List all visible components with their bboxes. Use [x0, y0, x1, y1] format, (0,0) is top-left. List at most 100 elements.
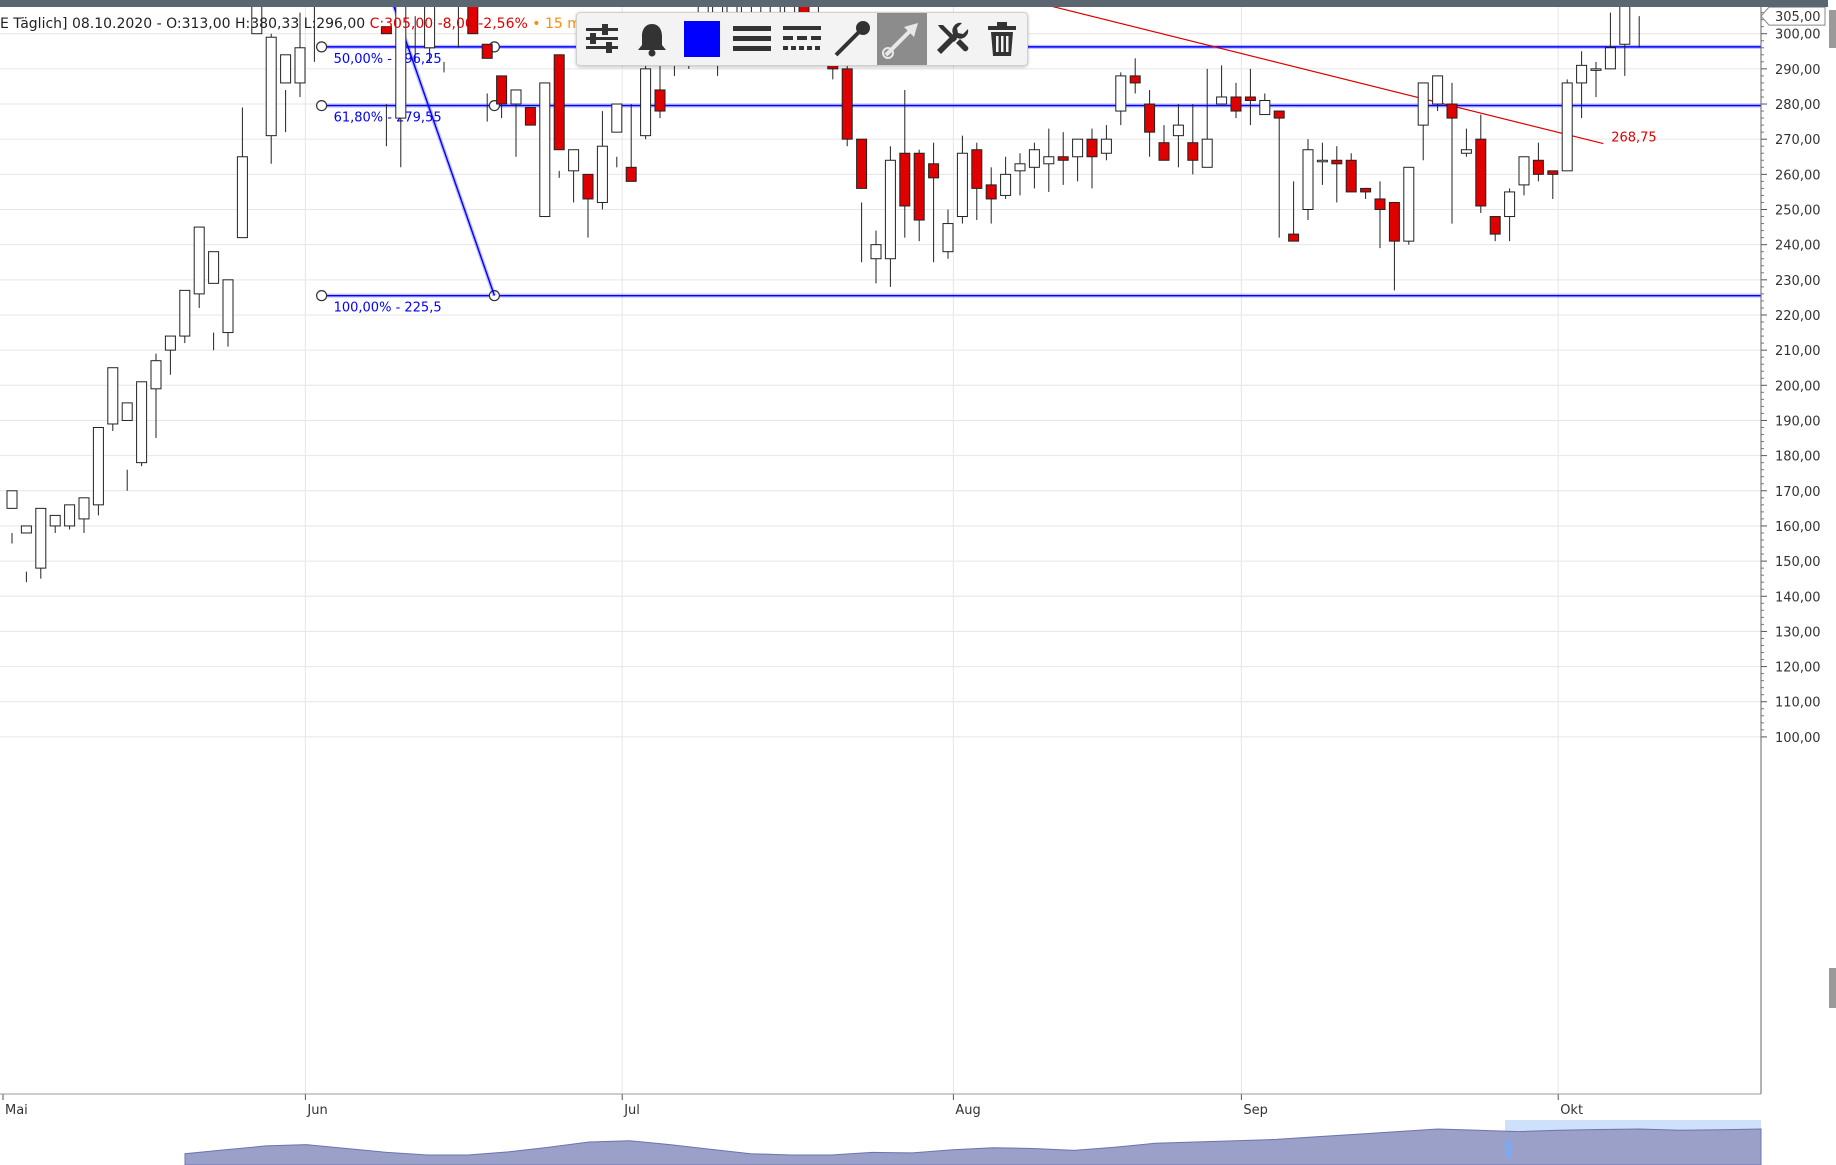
candle-up — [1000, 173, 1012, 196]
info-change: C:305,00 -8,00 -2,56% — [369, 16, 528, 32]
y-tick-label: 100,00 — [1775, 731, 1821, 746]
candle-up — [1432, 75, 1444, 105]
candle-up — [1043, 156, 1055, 165]
candle-up — [294, 47, 306, 84]
candle-down — [841, 68, 853, 140]
x-tick-label: Aug — [955, 1103, 980, 1118]
y-tick-label: 240,00 — [1775, 239, 1821, 254]
candle-down — [1244, 96, 1256, 102]
y-tick-label: 270,00 — [1775, 133, 1821, 148]
candle-up — [1403, 166, 1415, 242]
candle-up — [870, 244, 882, 260]
candle-down — [524, 107, 536, 126]
indicator-settings-button[interactable] — [577, 13, 627, 65]
candle-up — [1028, 149, 1040, 168]
candle-up — [1619, 7, 1631, 45]
last-price-label: 305,00 — [1775, 10, 1821, 25]
line-end-button[interactable] — [827, 13, 877, 65]
delete-button[interactable] — [977, 13, 1027, 65]
candle-up — [1100, 138, 1112, 154]
interval-label: E Täglich] — [0, 16, 68, 32]
candle-down — [1374, 198, 1386, 210]
bell-alert-icon — [638, 24, 666, 57]
candle-up — [884, 159, 896, 260]
tools-wrench-icon — [937, 22, 969, 54]
candle-down — [582, 173, 594, 200]
candle-down — [1288, 233, 1300, 242]
candle-up — [35, 507, 47, 569]
candle-up — [942, 223, 954, 253]
y-tick-label: 250,00 — [1775, 204, 1821, 219]
candle-down — [928, 163, 940, 179]
fib-level-label: 100,00% - 225,5 — [334, 301, 442, 316]
candle-down — [1360, 187, 1372, 193]
line-endpoint-icon — [834, 21, 870, 57]
candle-down — [971, 149, 983, 189]
y-tick-label: 200,00 — [1775, 379, 1821, 394]
line-width-button[interactable] — [727, 13, 777, 65]
candle-down — [1446, 103, 1458, 119]
candle-up — [539, 82, 551, 218]
arrow-line-button[interactable] — [877, 13, 927, 65]
candle-up — [596, 145, 608, 203]
candle-down — [1144, 103, 1156, 133]
candle-down — [1489, 216, 1501, 235]
y-tick-label: 140,00 — [1775, 590, 1821, 605]
y-tick-label: 150,00 — [1775, 555, 1821, 570]
x-tick-label: Mai — [5, 1103, 28, 1118]
trash-delete-icon — [988, 22, 1016, 56]
line-weight-icon — [733, 26, 771, 51]
x-tick-label: Jun — [306, 1103, 327, 1118]
candle-down — [1331, 159, 1343, 165]
alert-button[interactable] — [627, 13, 677, 65]
window-top-bar — [0, 0, 1836, 7]
info-ohlc: - O:313,00 H:380,33 L:296,00 — [156, 16, 366, 32]
line-style-dashed-icon — [783, 26, 821, 50]
candle-up — [1316, 159, 1328, 163]
candle-up — [1504, 191, 1516, 218]
candle-down — [553, 54, 565, 151]
line-arrow-icon — [882, 23, 918, 59]
candle-up — [121, 402, 133, 421]
candle-up — [1216, 96, 1228, 105]
info-date: 08.10.2020 — [71, 16, 153, 32]
y-tick-label: 290,00 — [1775, 63, 1821, 78]
candle-up — [1201, 138, 1213, 168]
candle-up — [510, 89, 522, 105]
tools-button[interactable] — [927, 13, 977, 65]
drawing-toolbar — [576, 12, 1028, 66]
candle-down — [1057, 156, 1069, 161]
volume-area — [184, 1128, 1762, 1165]
volume-navigator[interactable] — [184, 1120, 1762, 1165]
candle-up — [1014, 163, 1026, 172]
y-tick-label: 300,00 — [1775, 28, 1821, 43]
candle-up — [1518, 156, 1530, 186]
candle-down — [1187, 142, 1199, 161]
candle-up — [1115, 75, 1127, 112]
y-tick-label: 280,00 — [1775, 98, 1821, 113]
candle-down — [1129, 75, 1141, 84]
candle-up — [193, 226, 205, 295]
vertical-scrollbar[interactable] — [1828, 0, 1836, 1165]
price-chart[interactable]: 0,00% - 36738,20% - 312,9550,00% - 296,2… — [0, 7, 1828, 1165]
line-style-button[interactable] — [777, 13, 827, 65]
y-tick-label: 110,00 — [1775, 696, 1821, 711]
candle-down — [856, 138, 868, 189]
candle-up — [92, 426, 104, 506]
candle-down — [985, 184, 997, 200]
candle-up — [1072, 138, 1084, 158]
candle-up — [150, 360, 162, 390]
scrollbar-thumb-top[interactable] — [1829, 10, 1836, 48]
candle-down — [654, 89, 666, 112]
x-tick-label: Jul — [623, 1103, 640, 1118]
candle-up — [956, 152, 968, 218]
candle-up — [1460, 149, 1472, 154]
scrollbar-thumb-bottom[interactable] — [1829, 968, 1836, 1008]
candle-up — [640, 68, 652, 137]
candle-down — [1532, 159, 1544, 175]
candle-up — [6, 490, 18, 509]
color-swatch-icon — [684, 21, 720, 57]
x-tick-label: Sep — [1243, 1103, 1268, 1118]
chart-grid — [0, 7, 1761, 1094]
color-picker-button[interactable] — [677, 13, 727, 65]
